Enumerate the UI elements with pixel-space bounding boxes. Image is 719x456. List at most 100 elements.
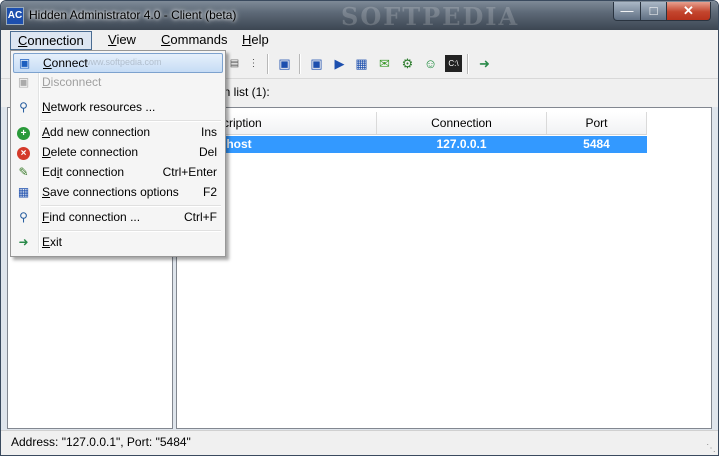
- menu-separator: [41, 230, 221, 232]
- shortcut-label: F2: [202, 185, 217, 199]
- toolbar-separator: [467, 54, 469, 74]
- toolbar-separator: [267, 54, 269, 74]
- exit-door-icon: ➜: [18, 235, 29, 249]
- accel-key: H: [242, 32, 252, 47]
- accel-key: N: [42, 100, 51, 114]
- menu-item-label: Exit: [42, 235, 62, 249]
- menu-item-add-connection[interactable]: + Add new connection Ins: [13, 123, 221, 143]
- cell-connection: 127.0.0.1: [436, 137, 487, 151]
- main-window: SOFTPEDIA AC Hidden Administrator 4.0 - …: [0, 0, 719, 456]
- menu-item-save-options[interactable]: ▦ Save connections options F2: [13, 183, 221, 203]
- send-message-icon[interactable]: ✉: [376, 55, 393, 72]
- label-prefix: Ed: [42, 165, 57, 179]
- accel-key: C: [18, 33, 28, 48]
- menu-help[interactable]: Help: [235, 31, 276, 48]
- label-rest: ind connection ...: [49, 210, 141, 224]
- list-view-icon[interactable]: ⋮: [245, 55, 262, 72]
- column-connection[interactable]: Connection: [377, 112, 547, 134]
- minimize-icon: —: [620, 3, 634, 18]
- find-magnifier-icon: ⚲: [19, 210, 28, 224]
- label-rest: dd new connection: [50, 125, 151, 139]
- menu-item-disconnect[interactable]: ▣ Disconnect: [13, 73, 221, 93]
- menu-label: ommands: [170, 32, 228, 47]
- menu-bar: Connection View Commands Help: [1, 30, 718, 50]
- menu-item-label: Disconnect: [42, 75, 101, 89]
- menu-label: elp: [251, 32, 269, 47]
- floppy-disk-icon: ▦: [17, 185, 30, 199]
- shortcut-label: Ctrl+Enter: [162, 165, 217, 179]
- menu-item-label: Delete connection: [42, 145, 138, 159]
- maximize-icon: □: [649, 3, 658, 18]
- close-icon: ✕: [683, 3, 694, 18]
- column-port[interactable]: Port: [547, 112, 647, 134]
- title-bar[interactable]: SOFTPEDIA AC Hidden Administrator 4.0 - …: [1, 1, 718, 31]
- table-row[interactable]: lhost 127.0.0.1 5484: [177, 136, 647, 153]
- accel-key: D: [42, 75, 51, 89]
- label-rest: xit: [50, 235, 63, 249]
- label-rest: onnect: [51, 56, 88, 70]
- menu-item-network-resources[interactable]: ⚲ Network resources ...: [13, 98, 221, 118]
- toolbar-separator: [299, 54, 301, 74]
- menu-item-label: Find connection ...: [42, 210, 140, 224]
- menu-item-label: Network resources ...: [42, 100, 155, 114]
- exit-icon[interactable]: ➜: [476, 55, 493, 72]
- menu-item-edit-connection[interactable]: ✎ Edit connection Ctrl+Enter: [13, 163, 221, 183]
- menu-connection[interactable]: Connection: [10, 31, 92, 50]
- status-bar: Address: "127.0.0.1", Port: "5484" ⋱: [1, 430, 718, 455]
- window-title: Hidden Administrator 4.0 - Client (beta): [29, 8, 237, 22]
- maximize-button[interactable]: □: [640, 2, 667, 21]
- small-icons-view-icon[interactable]: ▤: [226, 55, 243, 72]
- accel-key: C: [43, 56, 52, 70]
- green-plus-icon: +: [15, 124, 32, 141]
- menu-separator: [41, 120, 221, 122]
- connection-list-pane[interactable]: scription Connection Port lhost 127.0.0.…: [176, 107, 712, 429]
- cell-description: lhost: [223, 137, 252, 151]
- column-label: Port: [585, 116, 608, 130]
- menu-view[interactable]: View: [101, 31, 143, 48]
- menu-item-delete-connection[interactable]: × Delete connection Del: [13, 143, 221, 163]
- label-rest: etwork resources ...: [50, 100, 156, 114]
- accel-key: C: [161, 32, 171, 47]
- menu-item-label: Edit connection: [42, 165, 124, 179]
- network-monitor-icon[interactable]: ▣: [276, 55, 293, 72]
- menu-item-find-connection[interactable]: ⚲ Find connection ... Ctrl+F: [13, 208, 221, 228]
- menu-item-label: Save connections options: [42, 185, 179, 199]
- chat-icon[interactable]: ☺: [422, 55, 439, 72]
- watermark-text: www.softpedia.com: [84, 57, 162, 67]
- save-screen-icon[interactable]: ▦: [353, 55, 370, 72]
- magnifier-globe-icon: ⚲: [19, 100, 28, 114]
- menu-item-connect[interactable]: ▣ Connect www.softpedia.com: [13, 53, 223, 73]
- resize-grip-icon[interactable]: ⋱: [706, 443, 716, 454]
- accel-key: S: [42, 185, 51, 199]
- list-header: scription Connection Port: [177, 112, 647, 135]
- menu-commands[interactable]: Commands: [154, 31, 234, 48]
- tools-icon[interactable]: ⚙: [399, 55, 416, 72]
- status-text: Address: "127.0.0.1", Port: "5484": [11, 435, 191, 449]
- menu-label: onnection: [27, 33, 84, 48]
- menu-label: iew: [116, 32, 136, 47]
- remote-screen-icon[interactable]: ▣: [308, 55, 325, 72]
- shortcut-label: Ctrl+F: [184, 210, 217, 224]
- menu-item-exit[interactable]: ➜ Exit: [13, 233, 221, 253]
- cell-port: 5484: [583, 137, 610, 151]
- column-label: Connection: [431, 116, 492, 130]
- close-button[interactable]: ✕: [666, 2, 711, 21]
- monitor-connect-icon: ▣: [18, 56, 31, 70]
- minimize-button[interactable]: —: [613, 2, 641, 21]
- watermark: SOFTPEDIA: [341, 2, 520, 31]
- shortcut-label: Del: [198, 145, 217, 159]
- label-rest: ave connections options: [50, 185, 179, 199]
- menu-item-label: Add new connection: [42, 125, 150, 139]
- remote-control-icon[interactable]: ▶: [331, 55, 348, 72]
- label-rest: t connection: [59, 165, 125, 179]
- label-rest: isconnect: [50, 75, 102, 89]
- menu-separator: [41, 205, 221, 207]
- app-icon[interactable]: AC: [6, 7, 24, 25]
- shortcut-label: Ins: [200, 125, 217, 139]
- accel-key: A: [42, 125, 51, 139]
- console-icon[interactable]: C:\: [445, 55, 462, 72]
- accel-key: E: [42, 235, 51, 249]
- red-x-icon: ×: [15, 144, 32, 161]
- label-rest: elete connection: [50, 145, 139, 159]
- edit-pencil-icon: ✎: [18, 165, 29, 179]
